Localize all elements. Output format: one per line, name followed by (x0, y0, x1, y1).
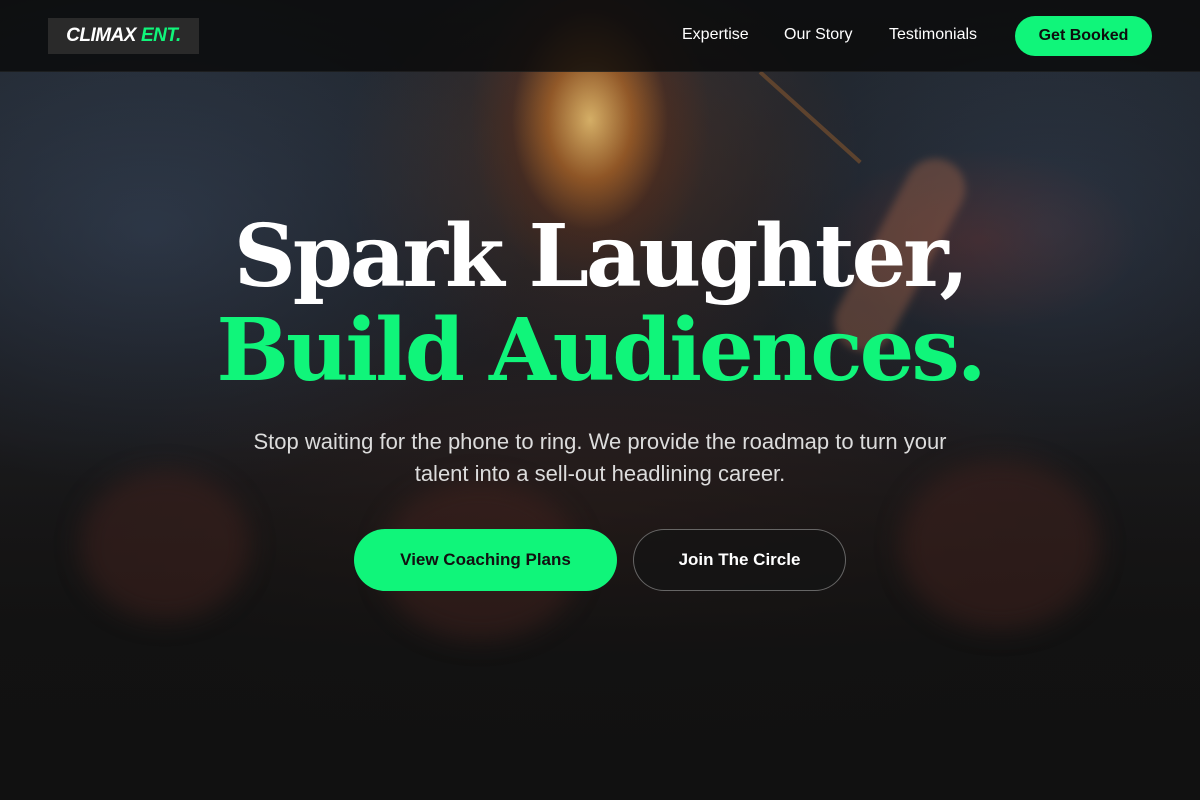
crowd-silhouette (80, 470, 250, 620)
hero-title-line-1: Spark Laughter, (233, 206, 970, 307)
brand-suffix: ENT. (140, 25, 181, 46)
hero-title: Spark Laughter, Build Audiences. (0, 210, 1200, 398)
nav-link-our-story[interactable]: Our Story (784, 26, 852, 44)
nav-link-expertise[interactable]: Expertise (682, 26, 749, 44)
get-booked-button[interactable]: Get Booked (1015, 16, 1152, 56)
nav-link-testimonials[interactable]: Testimonials (889, 26, 977, 44)
hero-title-line-2: Build Audiences. (216, 300, 986, 401)
hero-subtitle: Stop waiting for the phone to ring. We p… (253, 429, 947, 486)
fire-staff (758, 70, 862, 164)
site-header: CLIMAX ENT. Expertise Our Story Testimon… (0, 0, 1200, 72)
view-coaching-plans-button[interactable]: View Coaching Plans (354, 529, 617, 591)
brand-logo[interactable]: CLIMAX ENT. (48, 18, 199, 54)
brand-name: CLIMAX (66, 25, 136, 46)
join-the-circle-button[interactable]: Join The Circle (633, 529, 846, 591)
